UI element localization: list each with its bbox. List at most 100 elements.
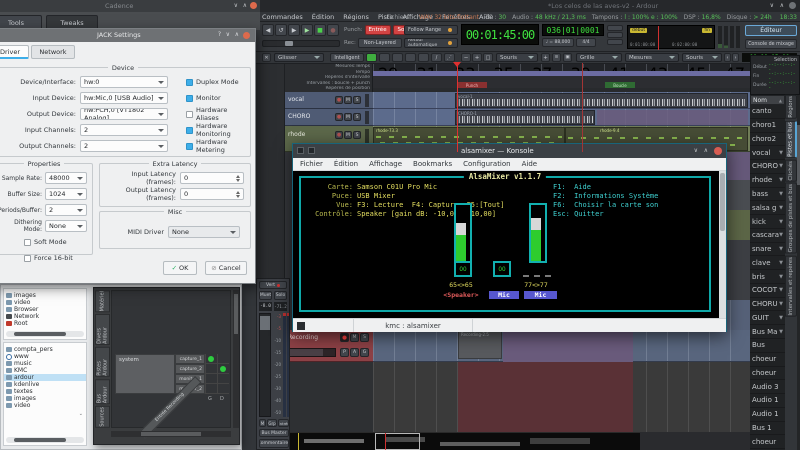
checkbox-row[interactable]: Monitor <box>186 90 250 106</box>
konsole-menu-item[interactable]: Fichier <box>300 160 323 168</box>
shuttle-thumb[interactable] <box>285 41 293 46</box>
range-tool-icon[interactable] <box>379 53 390 62</box>
checkbox-icon[interactable] <box>186 111 193 118</box>
tab-network[interactable]: Network <box>31 45 75 59</box>
nudge-back-button[interactable]: ‹ <box>724 53 731 62</box>
auto-return-dropdown[interactable]: Retour automatique <box>404 38 458 48</box>
checkbox-row[interactable]: Force 16-bit <box>24 250 73 266</box>
track-list-item[interactable]: CHORU▼ <box>750 298 785 312</box>
track-list-item[interactable]: cascara▼ <box>750 229 785 243</box>
konsole-menu-item[interactable]: Configuration <box>463 160 510 168</box>
maximize-icon[interactable]: ∧ <box>780 3 784 9</box>
track-list-item[interactable]: bass▼ <box>750 188 785 202</box>
track-list-item[interactable]: vocal▼ <box>750 146 785 160</box>
konsole-titlebar[interactable]: alsamixer — Konsole ∨ ∧ <box>293 144 726 158</box>
minimize-icon[interactable]: ∨ <box>234 3 238 9</box>
monitor-option-button[interactable] <box>607 32 623 38</box>
konsole-menu-item[interactable]: Bookmarks <box>413 160 452 168</box>
playhead-marker-icon[interactable] <box>453 62 461 67</box>
mute-button[interactable]: M <box>344 96 352 104</box>
track-list-item[interactable]: kick▼ <box>750 215 785 229</box>
input-button[interactable]: Entrée <box>278 419 289 427</box>
track-list-item[interactable]: bris▼ <box>750 270 785 284</box>
patchbay-port[interactable]: capture_1 <box>175 354 205 364</box>
patchbay-tab[interactable]: Sources <box>95 406 110 428</box>
grab-tool-icon[interactable] <box>366 53 377 62</box>
checkbox-row[interactable]: Hardware Metering <box>186 138 250 154</box>
cancel-button[interactable]: ⊘Cancel <box>205 261 247 275</box>
checkbox-row[interactable]: Hardware Monitoring <box>186 122 250 138</box>
patchbay-port[interactable]: capture_2 <box>175 364 205 374</box>
strip-gain-display[interactable]: -8.0 <box>259 302 272 311</box>
comments-button[interactable]: Commentaires <box>259 439 289 448</box>
terminal-scrollbar[interactable] <box>719 171 726 318</box>
mic-volume-bar[interactable] <box>529 203 547 263</box>
follow-range-dropdown[interactable]: Follow Range <box>404 25 458 35</box>
track-list-item[interactable]: GUIT▼ <box>750 311 785 325</box>
track-list-item[interactable]: canto▼ <box>750 105 785 119</box>
audio-region-tail[interactable] <box>597 110 748 125</box>
solo-button[interactable]: S <box>353 113 361 121</box>
side-tab[interactable]: Clichés <box>785 160 797 182</box>
punch-in-button[interactable]: Entrée <box>365 25 391 35</box>
matrix-grid[interactable] <box>205 354 229 394</box>
minimize-icon[interactable]: ∨ <box>226 31 230 38</box>
save-view-icon[interactable]: ▣ <box>563 53 572 62</box>
speaker-mute-indicator[interactable]: OO <box>454 261 472 277</box>
port-group-cell[interactable]: system <box>115 354 175 394</box>
field-value[interactable]: 0 <box>180 172 244 184</box>
summary-overview[interactable]: ‹ <box>290 432 640 450</box>
file-item[interactable]: Browser <box>4 306 86 313</box>
maximize-icon[interactable]: ∧ <box>704 148 708 154</box>
track-list-item[interactable]: CHORO▼ <box>750 160 785 174</box>
record-arm-icon[interactable]: ● <box>335 96 343 104</box>
file-item[interactable]: video <box>4 402 86 409</box>
track-list-item[interactable]: Audio 1▼ <box>750 408 785 422</box>
bbt-clock[interactable]: 036|01|0001 <box>542 24 604 36</box>
track-name[interactable]: rhode <box>288 131 305 138</box>
file-item[interactable]: textes <box>4 388 86 395</box>
cadence-titlebar[interactable]: Cadence ∨ ∧ <box>0 0 260 12</box>
track-list-item[interactable]: Bus Ma▼ <box>750 325 785 339</box>
checkbox-icon[interactable] <box>24 239 31 246</box>
field-value[interactable]: 0 <box>180 188 244 200</box>
patchbay-tab[interactable]: Matériel <box>95 290 110 312</box>
zoom-focus-dropdown[interactable]: Souris <box>496 53 538 62</box>
spin-arrows-icon[interactable] <box>236 191 240 198</box>
more-items-icon[interactable]: ⌄ <box>79 411 83 417</box>
file-item[interactable]: kdenlive <box>4 381 86 388</box>
side-tab[interactable]: Intervalles et repères <box>785 256 797 317</box>
audio-region[interactable]: vocal-1 <box>455 93 748 108</box>
mixer-button[interactable]: Console de mixage <box>745 39 797 49</box>
strip-peak-display[interactable]: -71.2 <box>274 302 287 311</box>
track-list-item[interactable]: Bus▼ <box>750 339 785 353</box>
new-tab-icon[interactable] <box>297 322 305 330</box>
record-arm-icon[interactable]: ● <box>340 333 349 342</box>
close-icon[interactable] <box>243 32 250 39</box>
cut-tool-icon[interactable] <box>392 53 403 62</box>
track-list-item[interactable]: snare▼ <box>750 243 785 257</box>
audio-region[interactable]: CHORO-1 <box>455 110 595 125</box>
draw-tool-icon[interactable]: / <box>431 53 442 62</box>
file-item[interactable]: Network <box>4 313 86 320</box>
track-list-item[interactable]: Audio 3▼ <box>750 380 785 394</box>
file-item[interactable]: Root <box>4 320 86 327</box>
file-item[interactable]: ardour <box>4 374 86 381</box>
track-body-vocal[interactable]: vocal-1 <box>373 92 750 109</box>
record-arm-icon[interactable]: ● <box>335 113 343 121</box>
maximize-icon[interactable]: ∧ <box>243 3 247 9</box>
speaker-label[interactable]: <Speaker> <box>437 291 485 299</box>
file-item[interactable]: KMC <box>4 367 86 374</box>
mute-button[interactable]: M <box>344 113 352 121</box>
field-value[interactable]: 2 <box>80 140 168 152</box>
checkbox-row[interactable]: Soft Mode <box>24 234 73 250</box>
checkbox-icon[interactable] <box>186 127 193 134</box>
connection-dot[interactable] <box>208 356 214 362</box>
side-tab[interactable]: Pistes et bus <box>785 121 797 158</box>
checkbox-icon[interactable] <box>24 255 31 262</box>
field-value[interactable]: hw:Mic,0 [USB Audio] <box>80 92 168 104</box>
terminal[interactable]: AlsaMixer v1.1.7 Carte:Samson C01U Pro M… <box>293 171 726 318</box>
checkbox-icon[interactable] <box>186 79 193 86</box>
strip-solo-button[interactable]: Solo <box>274 291 287 300</box>
snap-options-icon[interactable]: ≡ <box>552 53 561 62</box>
